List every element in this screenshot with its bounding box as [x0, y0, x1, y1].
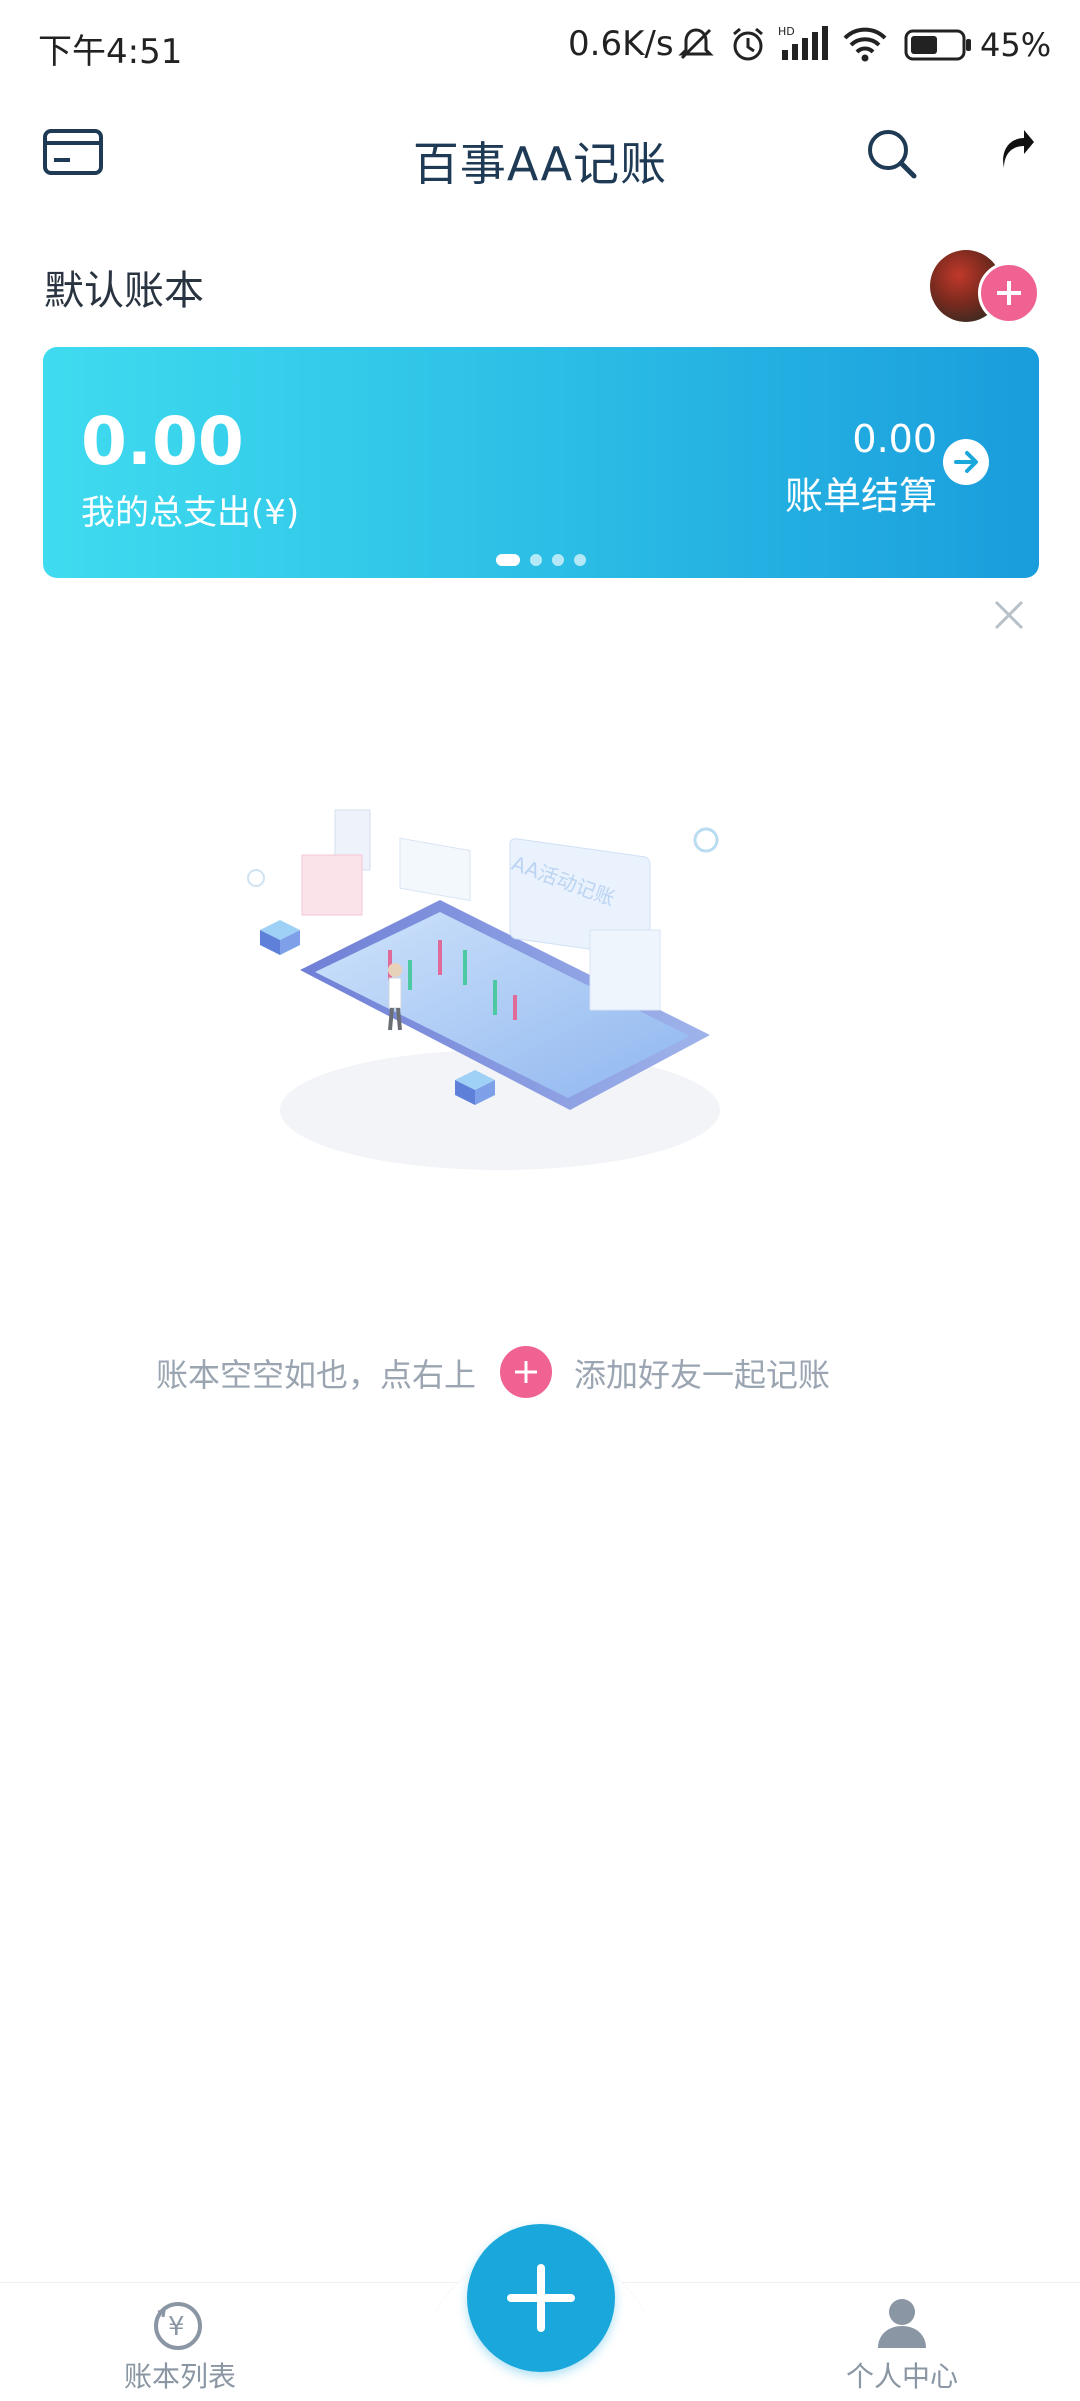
network-speed: 0.6K/s	[568, 24, 674, 64]
page-dot	[496, 554, 520, 566]
battery-icon	[904, 28, 972, 62]
plus-icon	[997, 281, 1021, 305]
add-member-button[interactable]	[978, 262, 1040, 324]
page-dot	[530, 554, 542, 566]
status-time: 下午4:51	[38, 32, 183, 72]
share-icon[interactable]	[996, 126, 1036, 180]
total-expense-amount: 0.00	[81, 403, 244, 480]
user-icon[interactable]	[874, 2294, 930, 2354]
total-expense-label: 我的总支出(¥)	[81, 493, 300, 533]
nav-personal-center[interactable]: 个人中心	[752, 2355, 1052, 2395]
wifi-icon	[842, 24, 888, 64]
status-bar: 下午4:51 0.6K/s HD 45%	[0, 0, 1080, 90]
add-friend-hint-icon	[500, 1346, 552, 1398]
ledger-list-icon[interactable]: ¥	[150, 2298, 206, 2358]
page-dot	[552, 554, 564, 566]
add-record-button[interactable]	[467, 2224, 615, 2372]
empty-state-illustration: AA活动记账	[240, 780, 760, 1200]
settlement-amount: 0.00	[852, 417, 937, 461]
plus-icon	[507, 2264, 575, 2332]
svg-text:HD: HD	[778, 25, 795, 38]
mute-bell-icon	[676, 24, 716, 64]
svg-text:¥: ¥	[168, 2312, 185, 2342]
empty-hint-left: 账本空空如也，点右上	[156, 1356, 477, 1394]
close-icon[interactable]	[992, 598, 1026, 636]
empty-hint-right: 添加好友一起记账	[574, 1356, 831, 1394]
nav-ledger-list[interactable]: 账本列表	[30, 2355, 330, 2395]
search-icon[interactable]	[864, 126, 920, 186]
battery-percentage: 45%	[980, 26, 1052, 64]
arrow-right-icon[interactable]	[943, 439, 989, 485]
ledger-name[interactable]: 默认账本	[44, 258, 204, 316]
summary-card[interactable]: 0.00 我的总支出(¥) 0.00 账单结算	[43, 347, 1039, 578]
page-dot	[574, 554, 586, 566]
alarm-icon	[728, 24, 768, 64]
hd-signal-icon: HD	[778, 24, 830, 64]
page-indicator	[43, 554, 1039, 566]
settlement-label[interactable]: 账单结算	[785, 465, 937, 520]
